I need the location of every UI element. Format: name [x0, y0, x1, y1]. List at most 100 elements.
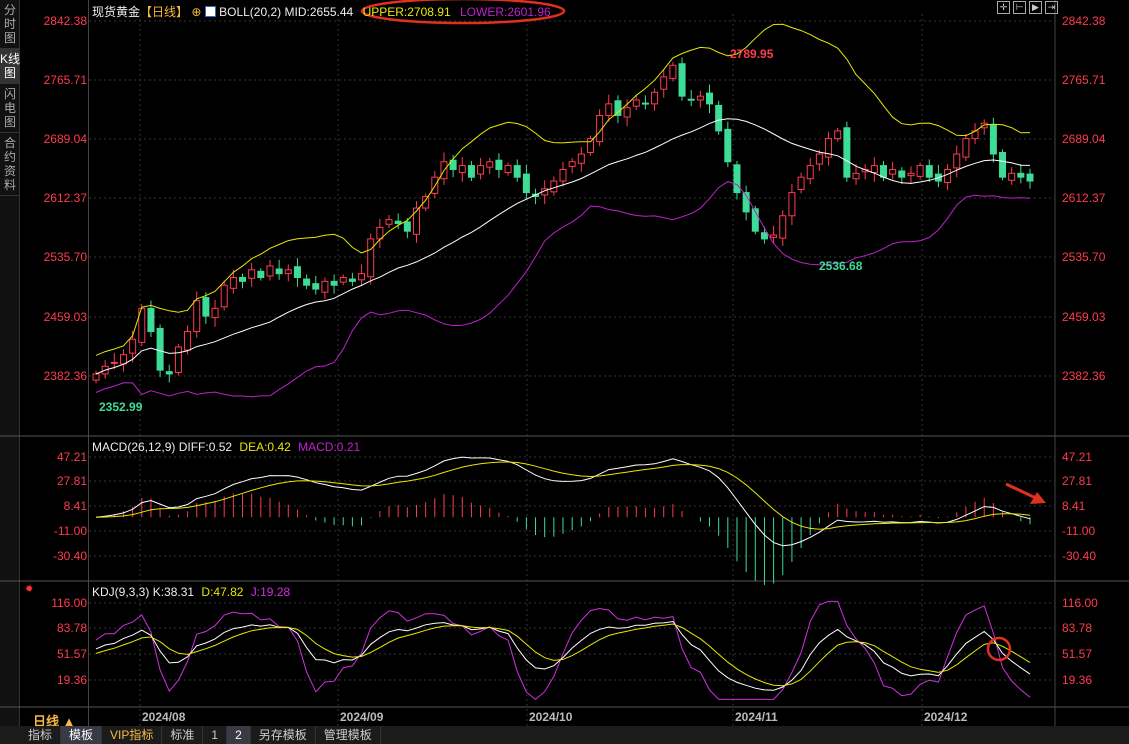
candle-body — [284, 269, 292, 275]
date-label: 2024/10 — [529, 710, 573, 724]
chart-canvas[interactable] — [0, 0, 1129, 726]
candle-body — [184, 331, 192, 351]
crosshair-tool-icon[interactable]: ✛ — [997, 1, 1010, 14]
candle-body — [632, 99, 640, 107]
candle-body — [239, 276, 247, 282]
candle-body — [696, 95, 704, 101]
kdj-header: KDJ(9,3,3) K:38.31 D:47.82 J:19.28 — [92, 585, 290, 599]
candle-body — [852, 172, 860, 180]
candle-body — [303, 278, 311, 286]
date-label: 2024/09 — [340, 710, 384, 724]
candle-body — [925, 165, 933, 178]
candle-body — [147, 307, 155, 333]
kdj-tick-right: 83.78 — [1062, 621, 1093, 635]
candle-body — [706, 92, 714, 105]
tab-indicators[interactable]: 指标 — [20, 726, 62, 744]
price-tick-right: 2535.70 — [1062, 250, 1106, 264]
candle-body — [559, 168, 567, 182]
candle-body — [275, 268, 283, 275]
candle-body — [174, 346, 182, 373]
kdj-j: J:19.28 — [250, 585, 291, 599]
candle-body — [989, 124, 997, 155]
macd-value: MACD:0.21 — [298, 440, 361, 454]
candle-body — [1017, 172, 1025, 178]
candle-body — [586, 138, 594, 153]
high-marker: 2789.95 — [730, 47, 774, 61]
macd-diff: DIFF:0.52 — [178, 440, 233, 454]
tab-save-template[interactable]: 另存模板 — [251, 726, 316, 744]
candle-body — [165, 371, 173, 375]
candle-body — [806, 165, 814, 180]
candle-body — [202, 297, 210, 317]
tab-standard[interactable]: 标准 — [162, 726, 204, 744]
candle-body — [999, 151, 1007, 178]
boll-mid: MID:2655.44 — [284, 5, 354, 19]
candle-body — [119, 354, 127, 365]
candle-body — [651, 91, 659, 105]
candle-body — [1026, 173, 1034, 182]
candle-body — [1008, 172, 1016, 181]
candle-body — [678, 63, 686, 97]
crosshair-icon[interactable]: ⊕ — [191, 5, 201, 19]
candle-body — [248, 269, 256, 279]
candle-body — [211, 307, 219, 319]
tab-manage-templates[interactable]: 管理模板 — [316, 726, 381, 744]
macd-tick-right: -11.00 — [1062, 524, 1096, 538]
candle-body — [504, 165, 512, 174]
boll-label[interactable]: BOLL(20,2) — [219, 5, 281, 19]
play-icon[interactable]: ▶ — [1029, 1, 1042, 14]
zoom-range-icon[interactable]: ⊢ — [1013, 1, 1026, 14]
candle-body — [788, 192, 796, 217]
candle-body — [568, 161, 576, 167]
candle-body — [889, 168, 897, 175]
candle-body — [367, 238, 375, 278]
candle-body — [486, 161, 494, 168]
candle-body — [220, 284, 228, 308]
candle-body — [403, 221, 411, 232]
candle-body — [339, 276, 347, 283]
price-tick-right: 2842.38 — [1062, 14, 1106, 28]
boll-lower-line — [95, 181, 1031, 398]
macd-tick-right: -30.40 — [1062, 549, 1097, 563]
candle-body — [467, 165, 475, 178]
macd-name[interactable]: MACD(26,12,9) — [92, 440, 175, 454]
price-tick-right: 2382.36 — [1062, 369, 1106, 383]
candle-body — [623, 107, 631, 118]
tab-vip-indicators[interactable]: VIP指标 — [102, 726, 163, 744]
kdj-tick-right: 19.36 — [1062, 673, 1093, 687]
indicator-chart-icon[interactable] — [204, 6, 216, 17]
candle-body — [156, 327, 164, 371]
macd-header: MACD(26,12,9) DIFF:0.52 DEA:0.42 MACD:0.… — [92, 440, 360, 454]
candle-body — [385, 219, 393, 225]
date-label: 2024/12 — [924, 710, 968, 724]
candle-body — [660, 76, 668, 90]
candle-body — [898, 170, 906, 178]
tab-2[interactable]: 2 — [227, 726, 251, 744]
date-label: 2024/11 — [735, 710, 778, 724]
tab-1[interactable]: 1 — [203, 726, 228, 744]
candle-body — [394, 220, 402, 224]
candle-body — [257, 270, 265, 278]
instrument-name: 现货黄金 — [92, 5, 141, 19]
candle-body — [797, 176, 805, 191]
macd-tick-right: 47.21 — [1062, 450, 1093, 464]
price-tick-right: 2765.71 — [1062, 73, 1106, 87]
jump-end-icon[interactable]: ⇥ — [1045, 1, 1058, 14]
period-tag: 【日线】 — [140, 5, 189, 19]
macd-dea: DEA:0.42 — [239, 440, 291, 454]
boll-upper-line — [95, 23, 1031, 356]
candle-body — [522, 173, 530, 194]
boll-lower: LOWER:2601.96 — [459, 5, 551, 19]
candle-body — [879, 165, 887, 178]
candle-body — [321, 280, 329, 293]
candle-body — [477, 165, 485, 175]
kdj-name[interactable]: KDJ(9,3,3) — [92, 585, 149, 599]
candle-body — [834, 130, 842, 140]
kdj-j-line — [95, 600, 1031, 701]
candle-body — [687, 98, 695, 101]
tab-templates[interactable]: 模板 — [61, 726, 103, 744]
candle-body — [412, 207, 420, 235]
candle-body — [724, 128, 732, 163]
candle-body — [495, 159, 503, 170]
candle-body — [550, 180, 558, 193]
